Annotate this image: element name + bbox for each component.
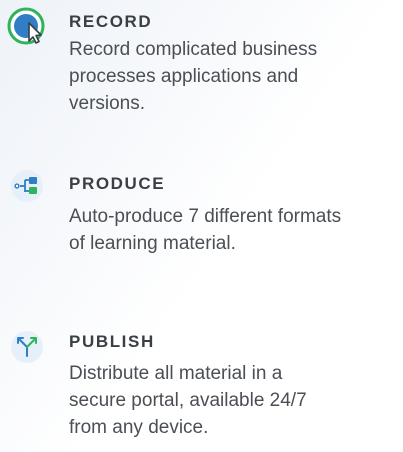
record-cursor-icon (7, 7, 47, 47)
feature-title: PRODUCE (69, 174, 166, 193)
description-line: Record complicated business (69, 39, 318, 60)
description-line: Distribute all material in a (69, 363, 283, 384)
feature-description: Record complicated business processes ap… (69, 36, 399, 117)
feature-description: Distribute all material in a secure port… (69, 360, 399, 441)
produce-flow-icon (7, 166, 47, 206)
feature-description: Auto-produce 7 different formats of lear… (69, 203, 399, 257)
description-line: Auto-produce 7 different formats (69, 206, 342, 227)
feature-title: PUBLISH (69, 332, 155, 351)
description-line: of learning material. (69, 233, 236, 254)
description-line: secure portal, available 24/7 (69, 390, 307, 411)
feature-title: RECORD (69, 12, 153, 31)
description-line: versions. (69, 93, 146, 114)
publish-distribute-icon (7, 327, 47, 367)
description-line: from any device. (69, 417, 209, 438)
description-line: processes applications and (69, 66, 299, 87)
